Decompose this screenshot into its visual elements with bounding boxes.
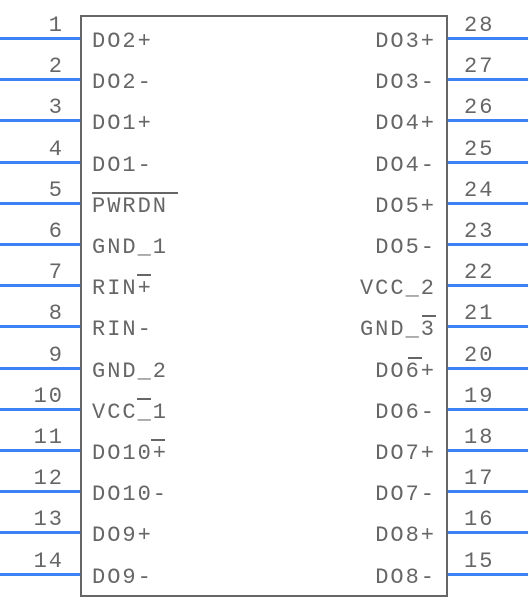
pin-number-left: 8 xyxy=(0,301,70,326)
pin-lead-left xyxy=(0,243,80,246)
pin-label-right: DO5+ xyxy=(375,194,436,219)
pin-lead-left xyxy=(0,573,80,576)
overline xyxy=(422,315,436,317)
pin-number-left: 3 xyxy=(0,95,70,120)
pin-number-left: 6 xyxy=(0,219,70,244)
pin-number-right: 23 xyxy=(458,219,528,244)
pin-number-left: 7 xyxy=(0,260,70,285)
pin-number-left: 9 xyxy=(0,343,70,368)
pin-label-right: DO4+ xyxy=(375,111,436,136)
pin-label-left: DO9- xyxy=(92,565,153,590)
pin-lead-left xyxy=(0,202,80,205)
pin-lead-left xyxy=(0,449,80,452)
pin-label-left: DO2+ xyxy=(92,29,153,54)
pin-label-right: DO4- xyxy=(375,153,436,178)
pin-lead-left xyxy=(0,408,80,411)
pin-label-left: GND_1 xyxy=(92,235,168,260)
pin-lead-left xyxy=(0,490,80,493)
pin-label-left: DO1+ xyxy=(92,111,153,136)
overline xyxy=(408,357,422,359)
pin-lead-left xyxy=(0,325,80,328)
pin-label-left: RIN+ xyxy=(92,276,153,301)
pin-label-right: DO3- xyxy=(375,70,436,95)
pin-lead-left xyxy=(0,78,80,81)
pin-number-right: 27 xyxy=(458,54,528,79)
pin-number-right: 25 xyxy=(458,137,528,162)
pin-number-right: 21 xyxy=(458,301,528,326)
pin-label-right: DO6- xyxy=(375,400,436,425)
pin-number-right: 16 xyxy=(458,507,528,532)
pin-number-left: 10 xyxy=(0,384,70,409)
pin-label-left: RIN- xyxy=(92,317,153,342)
pin-number-right: 28 xyxy=(458,13,528,38)
pin-label-right: DO7+ xyxy=(375,441,436,466)
pin-row: 2 DO2- DO3- 27 xyxy=(0,54,528,95)
pin-lead-left xyxy=(0,161,80,164)
pin-number-left: 4 xyxy=(0,137,70,162)
pin-number-right: 24 xyxy=(458,178,528,203)
pin-label-left: DO10- xyxy=(92,482,168,507)
pin-number-right: 17 xyxy=(458,466,528,491)
pin-lead-left xyxy=(0,531,80,534)
pin-number-right: 26 xyxy=(458,95,528,120)
pin-label-left: VCC_1 xyxy=(92,400,168,425)
pin-label-left: DO9+ xyxy=(92,523,153,548)
pin-lead-left xyxy=(0,119,80,122)
pin-lead-left xyxy=(0,37,80,40)
pin-label-left: DO2- xyxy=(92,70,153,95)
pin-row: 3 DO1+ DO4+ 26 xyxy=(0,95,528,136)
pin-label-right: DO6+ xyxy=(375,359,436,384)
overline xyxy=(137,274,151,276)
pin-row: 11 DO10+ DO7+ 18 xyxy=(0,425,528,466)
pin-row: 10 VCC_1 DO6- 19 xyxy=(0,384,528,425)
pin-number-left: 13 xyxy=(0,507,70,532)
pin-number-right: 15 xyxy=(458,549,528,574)
pin-label-right: GND_3 xyxy=(360,317,436,342)
pin-number-left: 12 xyxy=(0,466,70,491)
pin-row: 5 PWRDN DO5+ 24 xyxy=(0,178,528,219)
pin-row: 13 DO9+ DO8+ 16 xyxy=(0,507,528,548)
pin-label-right: DO7- xyxy=(375,482,436,507)
pin-row: 1 DO2+ DO3+ 28 xyxy=(0,13,528,54)
pin-row: 14 DO9- DO8- 15 xyxy=(0,549,528,590)
pin-row: 7 RIN+ VCC_2 22 xyxy=(0,260,528,301)
pin-label-left: DO1- xyxy=(92,153,153,178)
pin-number-right: 20 xyxy=(458,343,528,368)
pin-number-left: 11 xyxy=(0,425,70,450)
pin-number-left: 14 xyxy=(0,549,70,574)
pin-label-right: DO8- xyxy=(375,565,436,590)
pin-row: 8 RIN- GND_3 21 xyxy=(0,301,528,342)
chip-pinout: 1 DO2+ DO3+ 28 2 DO2- DO3- 27 3 DO1+ DO4+ 26 4 DO1- DO… xyxy=(0,0,528,612)
pin-label-right: VCC_2 xyxy=(360,276,436,301)
pin-number-right: 19 xyxy=(458,384,528,409)
pin-number-right: 22 xyxy=(458,260,528,285)
pin-label-left: GND_2 xyxy=(92,359,168,384)
pin-row: 12 DO10- DO7- 17 xyxy=(0,466,528,507)
pin-lead-left xyxy=(0,367,80,370)
pin-row: 4 DO1- DO4- 25 xyxy=(0,137,528,178)
pin-label-left: DO10+ xyxy=(92,441,168,466)
pin-label-right: DO3+ xyxy=(375,29,436,54)
pin-number-left: 2 xyxy=(0,54,70,79)
pin-lead-left xyxy=(0,284,80,287)
pin-number-right: 18 xyxy=(458,425,528,450)
pin-label-right: DO5- xyxy=(375,235,436,260)
pin-number-left: 1 xyxy=(0,13,70,38)
pin-label-left: PWRDN xyxy=(92,194,168,219)
overline xyxy=(137,398,151,400)
overline xyxy=(151,439,165,441)
pin-row: 9 GND_2 DO6+ 20 xyxy=(0,343,528,384)
pin-number-left: 5 xyxy=(0,178,70,203)
overline xyxy=(92,192,178,194)
pin-row: 6 GND_1 DO5- 23 xyxy=(0,219,528,260)
pin-label-right: DO8+ xyxy=(375,523,436,548)
